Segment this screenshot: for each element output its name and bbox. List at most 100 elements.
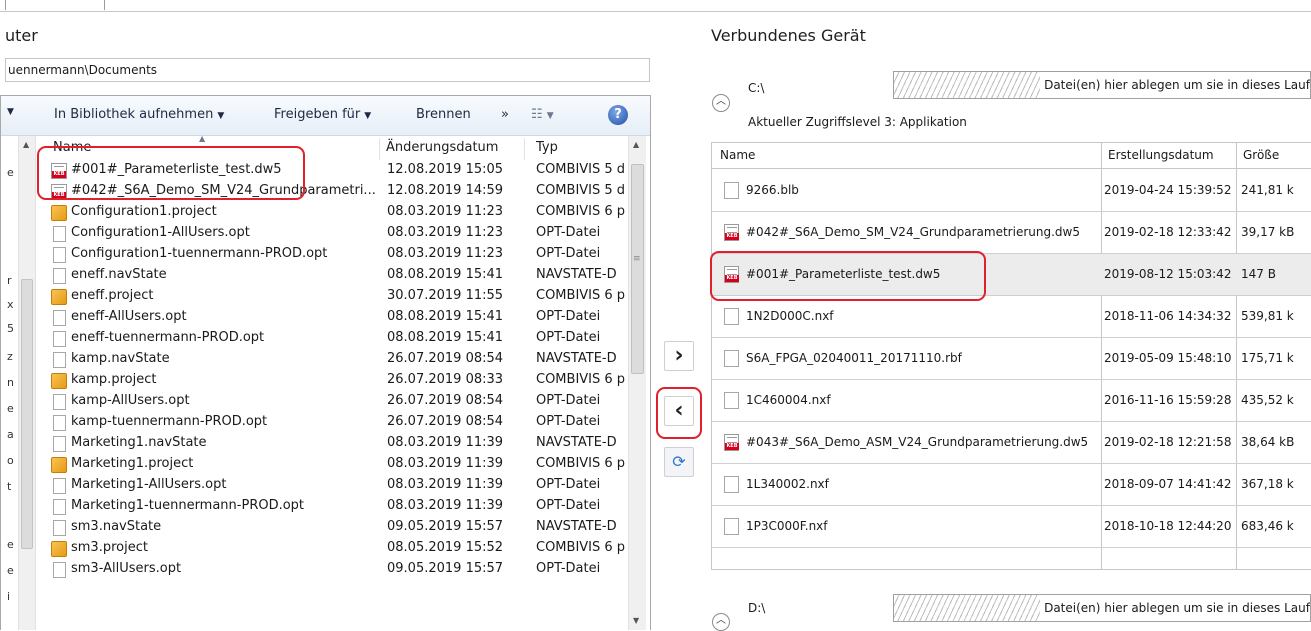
nav-item[interactable]: e: [7, 564, 14, 577]
file-row[interactable]: Marketing1-tuennermann-PROD.opt 08.03.201…: [39, 496, 629, 517]
file-name: 1L340002.nxf: [746, 477, 829, 491]
file-date: 08.08.2019 15:41: [387, 267, 504, 282]
scroll-thumb[interactable]: [631, 164, 644, 374]
file-date: 08.03.2019 11:23: [387, 204, 504, 219]
address-bar[interactable]: uennermann\Documents: [5, 58, 650, 82]
drive-c-label: C:\: [748, 81, 765, 95]
nav-item[interactable]: e: [7, 538, 14, 551]
device-file-row[interactable]: 9266.blb 2019-04-24 15:39:52 241,81 k: [712, 170, 1311, 212]
file-row[interactable]: kamp-tuennermann-PROD.opt 26.07.2019 08:5…: [39, 412, 629, 433]
nav-item[interactable]: n: [7, 376, 14, 389]
file-list-scrollbar[interactable]: ▲ ≡ ▼: [628, 136, 646, 630]
document-icon: [53, 226, 66, 242]
scroll-down-icon[interactable]: ▼: [633, 616, 639, 625]
document-icon: [724, 182, 739, 199]
file-row[interactable]: Configuration1-AllUsers.opt 08.03.2019 11…: [39, 223, 629, 244]
column-header-type[interactable]: Typ: [536, 140, 558, 155]
nav-item[interactable]: t: [7, 480, 11, 493]
file-row[interactable]: sm3.project 08.05.2019 15:52 COMBIVIS 6 p: [39, 538, 629, 559]
refresh-icon[interactable]: ⟳: [664, 447, 694, 477]
file-row[interactable]: Marketing1.project 08.03.2019 11:39 COMBIV…: [39, 454, 629, 475]
column-header-created[interactable]: Erstellungsdatum: [1108, 148, 1214, 162]
scroll-up-icon[interactable]: ▲: [23, 140, 29, 149]
device-file-row[interactable]: 1N2D000C.nxf 2018-11-06 14:34:32 539,81 k: [712, 296, 1311, 338]
scroll-up-icon[interactable]: ▲: [633, 140, 639, 149]
file-size: 38,64 kB: [1241, 435, 1295, 449]
more-button[interactable]: »: [501, 107, 509, 122]
file-size: 683,46 k: [1241, 519, 1294, 533]
file-date: 08.03.2019 11:23: [387, 225, 504, 240]
collapse-icon[interactable]: ︿: [712, 613, 730, 631]
nav-item[interactable]: e: [7, 166, 14, 179]
nav-item[interactable]: o: [7, 454, 14, 467]
library-button[interactable]: In Bibliothek aufnehmen ▼: [54, 107, 224, 122]
explorer-toolbar: ▼ In Bibliothek aufnehmen ▼ Freigeben für…: [1, 96, 650, 136]
file-type: OPT-Datei: [536, 330, 601, 345]
document-icon: [53, 310, 66, 326]
file-type: COMBIVIS 6 p: [536, 540, 626, 555]
file-row[interactable]: eneff-AllUsers.opt 08.08.2019 15:41 OPT-Da…: [39, 307, 629, 328]
file-type: OPT-Datei: [536, 477, 601, 492]
device-file-table: Name Erstellungsdatum Größe 9266.blb 2019…: [711, 142, 1311, 570]
device-file-row[interactable]: S6A_FPGA_02040011_20171110.rbf 2019-05-09…: [712, 338, 1311, 380]
share-button[interactable]: Freigeben für ▼: [274, 107, 371, 122]
nav-item[interactable]: a: [7, 428, 14, 441]
burn-button[interactable]: Brennen: [416, 107, 471, 122]
file-created: 2019-02-18 12:33:42: [1104, 225, 1232, 239]
chevron-down-icon[interactable]: ▼: [7, 107, 14, 117]
file-name: 9266.blb: [746, 183, 799, 197]
document-icon: [724, 308, 739, 325]
file-row[interactable]: Configuration1-tuennermann-PROD.opt 08.03…: [39, 244, 629, 265]
file-name: Configuration1-AllUsers.opt: [71, 225, 250, 240]
nav-item[interactable]: i: [7, 590, 10, 603]
device-file-row[interactable]: 1C460004.nxf 2016-11-16 15:59:28 435,52 k: [712, 380, 1311, 422]
file-date: 26.07.2019 08:54: [387, 351, 504, 366]
copy-to-device-button[interactable]: ›: [664, 341, 694, 371]
file-date: 08.03.2019 11:39: [387, 477, 504, 492]
file-date: 08.03.2019 11:23: [387, 246, 504, 261]
file-row[interactable]: Marketing1-AllUsers.opt 08.03.2019 11:39 O…: [39, 475, 629, 496]
file-created: 2016-11-16 15:59:28: [1104, 393, 1232, 407]
device-file-row[interactable]: #042#_S6A_Demo_SM_V24_Grundparametrierun…: [712, 212, 1311, 254]
column-header-name[interactable]: Name: [720, 148, 755, 162]
library-button-label: In Bibliothek aufnehmen: [54, 107, 214, 122]
column-divider[interactable]: [524, 138, 525, 160]
help-icon[interactable]: ?: [608, 105, 628, 125]
column-divider[interactable]: [379, 138, 380, 160]
nav-item[interactable]: r: [7, 274, 12, 287]
file-name: sm3.navState: [71, 519, 162, 534]
drive-d-dropzone[interactable]: Datei(en) hier ablegen um sie in dieses …: [893, 594, 1311, 622]
file-row[interactable]: Marketing1.navState 08.03.2019 11:39 NAVST…: [39, 433, 629, 454]
drive-c-dropzone[interactable]: Datei(en) hier ablegen um sie in dieses …: [893, 71, 1311, 99]
file-row[interactable]: kamp-AllUsers.opt 26.07.2019 08:54 OPT-Dat…: [39, 391, 629, 412]
column-header-size[interactable]: Größe: [1243, 148, 1279, 162]
document-icon: [724, 350, 739, 367]
nav-item[interactable]: e: [7, 402, 14, 415]
document-icon: [53, 352, 66, 368]
file-size: 367,18 k: [1241, 477, 1294, 491]
collapse-icon[interactable]: ︿: [712, 94, 730, 112]
device-file-row[interactable]: #043#_S6A_Demo_ASM_V24_Grundparametrieru…: [712, 422, 1311, 464]
nav-scrollbar[interactable]: ▲: [18, 136, 36, 630]
nav-item[interactable]: 5: [7, 322, 14, 335]
file-name: #043#_S6A_Demo_ASM_V24_Grundparametrieru…: [746, 435, 1089, 449]
project-file-icon: [51, 457, 67, 473]
scroll-thumb[interactable]: [21, 279, 33, 549]
nav-item[interactable]: z: [7, 350, 13, 363]
view-options-icon[interactable]: ☷ ▼: [531, 107, 554, 122]
file-row[interactable]: eneff.project 30.07.2019 11:55 COMBIVIS 6 …: [39, 286, 629, 307]
file-row[interactable]: sm3.navState 09.05.2019 15:57 NAVSTATE-D: [39, 517, 629, 538]
device-file-row[interactable]: 1L340002.nxf 2018-09-07 14:41:42 367,18 k: [712, 464, 1311, 506]
file-row[interactable]: sm3-AllUsers.opt 09.05.2019 15:57 OPT-Date…: [39, 559, 629, 580]
file-row[interactable]: Configuration1.project 08.03.2019 11:23 CO…: [39, 202, 629, 223]
file-name: eneff-tuennermann-PROD.opt: [71, 330, 265, 345]
file-name: #042#_S6A_Demo_SM_V24_Grundparametrierun…: [746, 225, 1080, 239]
file-row[interactable]: kamp.project 26.07.2019 08:33 COMBIVIS 6 p: [39, 370, 629, 391]
column-header-date[interactable]: Änderungsdatum: [386, 140, 498, 155]
device-file-row[interactable]: 1P3C000F.nxf 2018-10-18 12:44:20 683,46 k: [712, 506, 1311, 548]
file-row[interactable]: kamp.navState 26.07.2019 08:54 NAVSTATE-D: [39, 349, 629, 370]
file-name: 1N2D000C.nxf: [746, 309, 834, 323]
nav-item[interactable]: x: [7, 298, 14, 311]
file-row[interactable]: eneff.navState 08.08.2019 15:41 NAVSTATE-D: [39, 265, 629, 286]
file-row[interactable]: eneff-tuennermann-PROD.opt 08.08.2019 15:…: [39, 328, 629, 349]
